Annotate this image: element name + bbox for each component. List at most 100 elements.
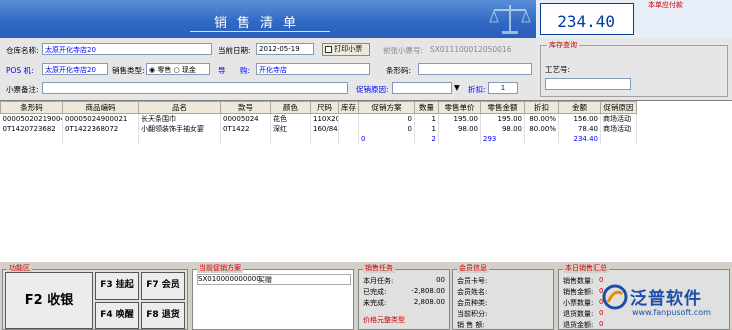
column-header[interactable]: 品名 bbox=[138, 101, 221, 114]
total-cell: 234.40 bbox=[558, 134, 601, 144]
total-display: 234.40 bbox=[540, 3, 634, 35]
pos-label: POS 机: bbox=[6, 66, 34, 75]
task-month-value: 00 bbox=[436, 276, 445, 284]
discount-label: 折扣: bbox=[468, 85, 486, 94]
buyer-label: 购: bbox=[240, 66, 251, 75]
brand-name: 泛普软件 bbox=[630, 289, 702, 309]
promo-panel: 当前促销方案 SX010000000000 买赠 bbox=[192, 263, 354, 330]
total-cell bbox=[438, 134, 481, 144]
cell[interactable]: 0T1422 bbox=[220, 124, 271, 134]
table-row[interactable]: 00005020219004 00005024900021 长天条围巾 0000… bbox=[0, 113, 637, 124]
print-receipt-checkbox[interactable]: 打印小票 bbox=[322, 43, 370, 56]
total-cell: 0 bbox=[358, 134, 415, 144]
daily-return-qty-label: 退货数量: bbox=[563, 310, 594, 318]
cell[interactable]: 110X20 bbox=[310, 113, 339, 124]
cell[interactable]: 98.00 bbox=[438, 124, 481, 134]
cell[interactable]: 78.40 bbox=[558, 124, 601, 134]
total-cell bbox=[310, 134, 339, 144]
recall-button[interactable]: F4 唤醒 bbox=[95, 302, 139, 329]
pos-field[interactable]: 太原开化寺店20 bbox=[42, 63, 108, 75]
cell[interactable]: 156.00 bbox=[558, 113, 601, 124]
column-header[interactable]: 颜色 bbox=[270, 101, 311, 114]
promo-reason-select[interactable] bbox=[392, 82, 452, 94]
cell[interactable]: 长天条围巾 bbox=[138, 113, 221, 124]
hold-button[interactable]: F3 挂起 bbox=[95, 272, 139, 300]
brand-logo-icon bbox=[602, 284, 628, 310]
chevron-down-icon[interactable]: ▼ bbox=[454, 83, 460, 92]
cell[interactable]: 80.00% bbox=[524, 113, 559, 124]
cell[interactable]: 00005024 bbox=[220, 113, 271, 124]
warehouse-field[interactable]: 太原开化寺店20 bbox=[42, 43, 212, 55]
member-type-label: 会员种类: bbox=[457, 299, 488, 307]
cell[interactable]: 1 bbox=[414, 124, 439, 134]
barcode-input[interactable] bbox=[418, 63, 532, 75]
cell[interactable]: 98.00 bbox=[480, 124, 525, 134]
cell[interactable]: 80.00% bbox=[524, 124, 559, 134]
warehouse-label: 仓库名称: bbox=[6, 46, 39, 55]
scale-icon bbox=[489, 5, 531, 34]
member-info-title: 会员信息 bbox=[457, 263, 489, 273]
total-cell: 293 bbox=[480, 134, 525, 144]
discount-input[interactable]: 1 bbox=[488, 82, 518, 94]
order-form: 仓库名称: 太原开化寺店20 当前日期: 2012-05-19 打印小票 前张小… bbox=[0, 38, 536, 100]
radio-cash-icon[interactable]: ○ bbox=[174, 66, 180, 74]
column-header[interactable]: 数量 bbox=[414, 101, 439, 114]
cell[interactable]: 0T1422368072 bbox=[62, 124, 139, 134]
brand-url: www.fanpusoft.com bbox=[632, 308, 711, 317]
page-title: 销售清单 bbox=[190, 12, 330, 32]
checkout-button[interactable]: F2 收银 bbox=[5, 272, 93, 329]
column-header[interactable]: 促销原因 bbox=[600, 101, 637, 114]
column-header[interactable]: 促销方案 bbox=[358, 101, 415, 114]
cell[interactable] bbox=[338, 113, 359, 124]
memo-label: 小票备注: bbox=[6, 85, 39, 94]
cell[interactable]: 195.00 bbox=[438, 113, 481, 124]
total-cell bbox=[524, 134, 559, 144]
cell[interactable]: 0T1420723682 bbox=[0, 124, 63, 134]
column-header[interactable]: 款号 bbox=[220, 101, 271, 114]
radio-retail-icon[interactable]: ◉ bbox=[149, 66, 155, 74]
column-header[interactable]: 条形码 bbox=[0, 101, 63, 114]
task-done-value: -2,808.00 bbox=[411, 287, 445, 295]
cell[interactable]: 00005024900021 bbox=[62, 113, 139, 124]
cell[interactable]: 小翻领装饰手袖女宴 bbox=[138, 124, 221, 134]
cell[interactable]: 160/84A bbox=[310, 124, 339, 134]
column-header[interactable]: 商品编码 bbox=[62, 101, 139, 114]
column-header[interactable]: 折扣 bbox=[524, 101, 559, 114]
buyer-field[interactable]: 开化寺店 bbox=[256, 63, 370, 75]
cell[interactable]: 195.00 bbox=[480, 113, 525, 124]
column-header[interactable]: 零售金额 bbox=[480, 101, 525, 114]
member-points-label: 当前积分: bbox=[457, 310, 488, 318]
column-header[interactable]: 尺码 bbox=[310, 101, 339, 114]
cell[interactable]: 深红 bbox=[270, 124, 311, 134]
cell[interactable]: 1 bbox=[414, 113, 439, 124]
craft-no-input[interactable] bbox=[545, 78, 631, 90]
window-header: 销售清单 bbox=[0, 0, 536, 38]
promo-row[interactable]: SX010000000000 买赠 bbox=[197, 274, 351, 285]
cell[interactable]: 0 bbox=[358, 113, 415, 124]
cell[interactable]: 花色 bbox=[270, 113, 311, 124]
task-todo-label: 未完成: bbox=[363, 299, 387, 307]
cell[interactable]: 0 bbox=[358, 124, 415, 134]
return-button[interactable]: F8 退货 bbox=[141, 302, 185, 329]
memo-input[interactable] bbox=[42, 82, 348, 94]
date-label: 当前日期: bbox=[218, 46, 251, 55]
member-button[interactable]: F7 会员 bbox=[141, 272, 185, 300]
column-header[interactable]: 金额 bbox=[558, 101, 601, 114]
sales-type-group[interactable]: ◉ 零售 ○ 现金 bbox=[146, 63, 210, 75]
cell[interactable] bbox=[338, 124, 359, 134]
cell[interactable]: 商场活动 bbox=[600, 124, 637, 134]
daily-qty-label: 销售数量: bbox=[563, 277, 594, 285]
total-cell bbox=[62, 134, 139, 144]
date-field[interactable]: 2012-05-19 bbox=[256, 43, 314, 55]
sales-table: 条形码 商品编码 品名 款号 颜色 尺码 库存 促销方案 数量 零售单价 零售金… bbox=[0, 100, 732, 262]
column-header[interactable]: 库存 bbox=[338, 101, 359, 114]
cell[interactable]: 商场活动 bbox=[600, 113, 637, 124]
table-row[interactable]: 0T1420723682 0T1422368072 小翻领装饰手袖女宴 0T14… bbox=[0, 124, 637, 134]
column-header[interactable]: 零售单价 bbox=[438, 101, 481, 114]
guide-label: 导 bbox=[218, 66, 226, 75]
sales-task-panel: 销售任务 本月任务: 00 已完成: -2,808.00 未完成: 2,808.… bbox=[358, 263, 450, 330]
member-info-panel: 会员信息 会员卡号: 会员姓名: 会员种类: 当前积分: 销 售 额: bbox=[452, 263, 554, 330]
cell[interactable]: 00005020219004 bbox=[0, 113, 63, 124]
table-header: 条形码 商品编码 品名 款号 颜色 尺码 库存 促销方案 数量 零售单价 零售金… bbox=[0, 101, 637, 114]
barcode-label: 条形码: bbox=[386, 66, 412, 75]
